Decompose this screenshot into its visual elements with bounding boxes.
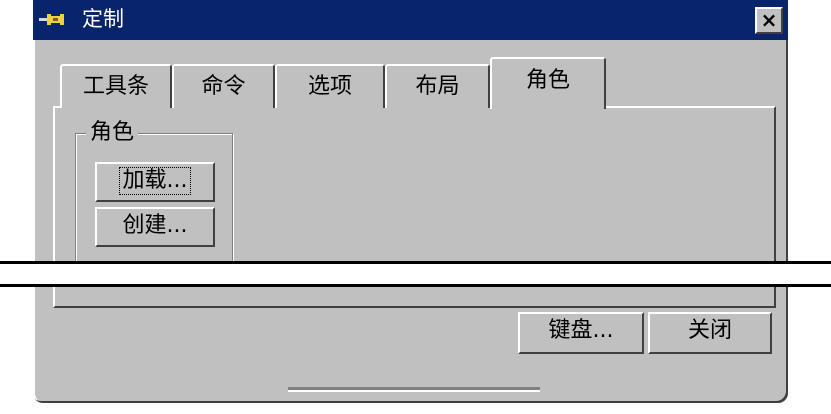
load-role-label: 加载... bbox=[118, 167, 192, 195]
tab-roles[interactable]: 角色 bbox=[490, 57, 606, 109]
window-title: 定制 bbox=[82, 7, 124, 31]
break-line-bottom bbox=[0, 284, 831, 287]
keyboard-button-label: 键盘... bbox=[548, 318, 614, 343]
close-icon: × bbox=[760, 8, 778, 32]
tab-label: 选项 bbox=[307, 74, 352, 99]
close-button-label: 关闭 bbox=[687, 318, 732, 343]
keyboard-button[interactable]: 键盘... bbox=[518, 312, 644, 354]
pin-icon bbox=[39, 14, 64, 25]
break-line-top bbox=[0, 261, 831, 264]
tab-commands[interactable]: 命令 bbox=[172, 64, 275, 108]
close-window-button[interactable]: × bbox=[755, 7, 783, 34]
tab-label: 角色 bbox=[525, 68, 570, 93]
tab-label: 命令 bbox=[201, 74, 246, 99]
tab-label: 布局 bbox=[415, 74, 460, 99]
tab-options[interactable]: 选项 bbox=[275, 64, 385, 108]
roles-group-label: 角色 bbox=[86, 118, 139, 148]
tab-label: 工具条 bbox=[82, 74, 149, 99]
tab-toolbars[interactable]: 工具条 bbox=[60, 64, 172, 108]
load-role-button[interactable]: 加载... bbox=[95, 162, 215, 202]
title-bar[interactable]: 定制 × bbox=[33, 0, 788, 40]
create-role-button[interactable]: 创建... bbox=[95, 207, 215, 247]
resize-grip[interactable] bbox=[288, 387, 540, 392]
close-button[interactable]: 关闭 bbox=[648, 312, 772, 354]
tab-layout[interactable]: 布局 bbox=[385, 64, 490, 108]
create-role-label: 创建... bbox=[122, 213, 188, 238]
